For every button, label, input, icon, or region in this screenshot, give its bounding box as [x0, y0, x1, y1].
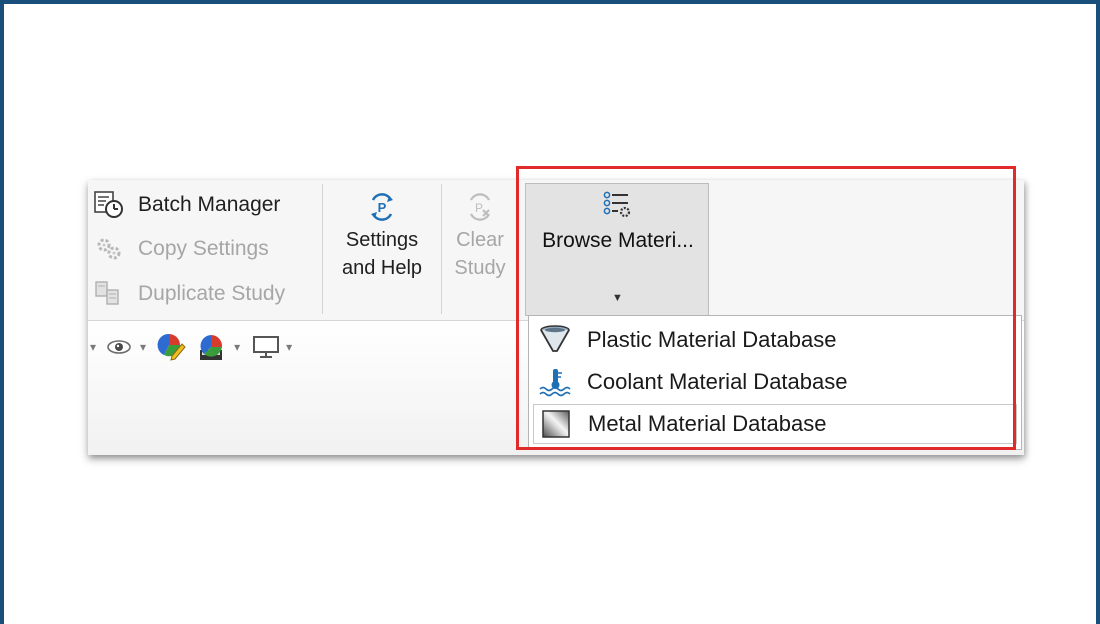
group-separator — [322, 184, 323, 314]
batch-clock-icon — [94, 191, 128, 219]
group-separator — [441, 184, 442, 314]
clear-study-icon: P — [447, 190, 513, 226]
batch-manager-button[interactable]: Batch Manager — [94, 190, 280, 220]
menu-item-coolant-database[interactable]: Coolant Material Database — [533, 362, 1017, 402]
clear-study-button[interactable]: P Clear Study — [447, 190, 513, 282]
eye-icon[interactable] — [106, 336, 132, 358]
settings-help-label-line1: Settings — [345, 229, 419, 251]
edit-appearance-icon[interactable] — [156, 332, 186, 362]
copy-settings-label: Copy Settings — [138, 237, 269, 260]
funnel-icon — [537, 324, 573, 356]
duplicate-study-button[interactable]: Duplicate Study — [94, 279, 285, 309]
monitor-icon[interactable] — [252, 334, 280, 360]
metal-database-label: Metal Material Database — [588, 411, 827, 436]
chevron-down-icon[interactable]: ▾ — [286, 340, 292, 354]
materials-list-icon — [602, 190, 634, 225]
copy-settings-gear-icon — [94, 235, 128, 263]
view-toolbar-row: ▾ ▾ ▾ ▾ — [88, 330, 292, 364]
scene-icon[interactable] — [196, 332, 226, 362]
svg-text:P: P — [475, 201, 483, 215]
plastic-database-label: Plastic Material Database — [587, 327, 837, 352]
menu-item-metal-database[interactable]: Metal Material Database — [533, 404, 1017, 444]
coolant-database-label: Coolant Material Database — [587, 369, 848, 394]
chevron-down-icon: ▼ — [612, 292, 623, 304]
browse-materials-label: Browse Materi... — [542, 229, 694, 252]
chevron-down-icon[interactable]: ▾ — [140, 340, 146, 354]
duplicate-study-icon — [94, 280, 128, 308]
browse-materials-button[interactable]: Browse Materi... ▼ — [525, 183, 709, 316]
svg-text:P: P — [378, 200, 387, 215]
settings-help-icon: P — [330, 190, 434, 226]
settings-help-button[interactable]: P Settings and Help — [330, 190, 434, 282]
chevron-down-icon[interactable]: ▾ — [234, 340, 240, 354]
clear-study-label-line2: Study — [454, 257, 506, 279]
batch-manager-label: Batch Manager — [138, 193, 281, 216]
menu-item-plastic-database[interactable]: Plastic Material Database — [533, 320, 1017, 360]
chevron-down-icon[interactable]: ▾ — [90, 340, 96, 354]
clear-study-label-line1: Clear — [456, 229, 504, 251]
settings-help-label-line2: and Help — [341, 257, 423, 279]
copy-settings-button[interactable]: Copy Settings — [94, 234, 269, 264]
thermometer-water-icon — [537, 366, 573, 398]
duplicate-study-label: Duplicate Study — [138, 282, 286, 305]
browse-materials-dropdown: Plastic Material Database Coolant Materi… — [528, 315, 1022, 450]
metal-block-icon — [538, 408, 574, 440]
